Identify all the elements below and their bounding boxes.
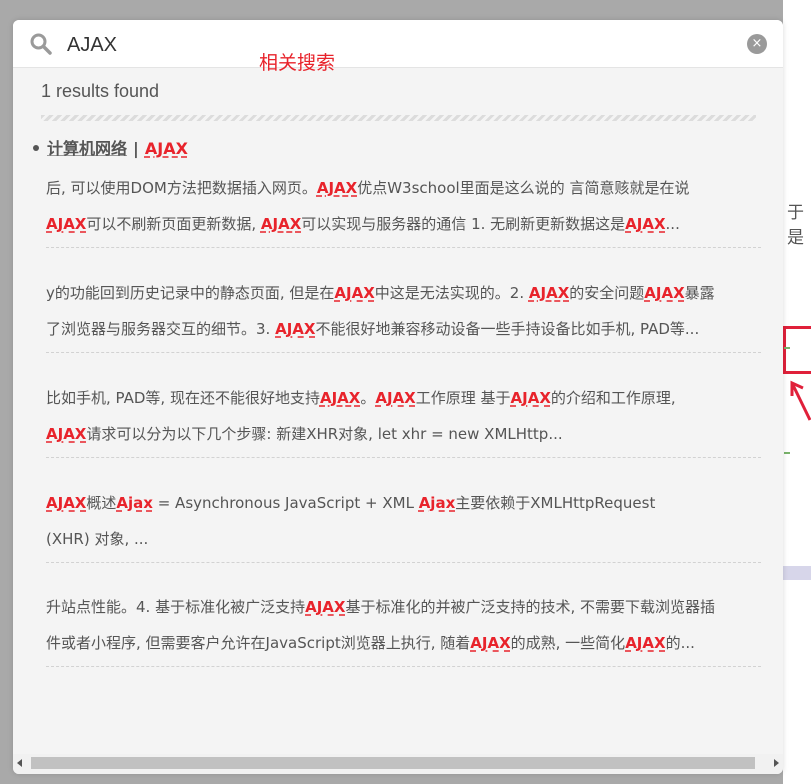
snippet-text: 中这是无法实现的。2. bbox=[374, 284, 529, 302]
snippet-line: 升站点性能。4. 基于标准化被广泛支持AJAX基于标准化的并被广泛支持的技术, … bbox=[46, 589, 758, 625]
result-category[interactable]: 计算机网络 bbox=[47, 139, 127, 158]
snippet-text: 暴露 bbox=[684, 284, 715, 302]
result-snippet[interactable]: y的功能回到历史记录中的静态页面, 但是在AJAX中这是无法实现的。2. AJA… bbox=[46, 275, 758, 347]
snippet-text: 比如手机, PAD等, 现在还不能很好地支持 bbox=[46, 389, 320, 407]
search-bar: × bbox=[13, 20, 783, 68]
snippet-text: 请求可以分为以下几个步骤: 新建XHR对象, let xhr = new XML… bbox=[86, 425, 563, 443]
background-annotation-box bbox=[783, 326, 811, 374]
snippet-text: 不能很好地兼容移动设备一些手持设备比如手机, PAD等... bbox=[315, 320, 700, 338]
snippet-line: 比如手机, PAD等, 现在还不能很好地支持AJAX。AJAX工作原理 基于AJ… bbox=[46, 380, 758, 416]
snippet-text: 可以实现与服务器的通信 1. 无刷新更新数据这是 bbox=[301, 215, 626, 233]
result-title[interactable]: 计算机网络 | AJAX bbox=[33, 135, 188, 159]
snippet-text: 。 bbox=[360, 389, 376, 407]
snippet-text: 了浏览器与服务器交互的细节。3. bbox=[46, 320, 276, 338]
bullet-icon bbox=[33, 144, 39, 151]
result-title-keyword[interactable]: AJAX bbox=[145, 139, 188, 158]
keyword-highlight: AJAX bbox=[625, 215, 666, 233]
keyword-highlight: AJAX bbox=[316, 179, 358, 197]
result-separator bbox=[46, 457, 761, 458]
keyword-highlight: AJAX bbox=[305, 598, 346, 616]
scrollbar-thumb[interactable] bbox=[31, 757, 755, 769]
keyword-highlight: AJAX bbox=[260, 215, 302, 233]
snippet-text: (XHR) 对象, ... bbox=[46, 530, 149, 548]
snippet-text: 工作原理 基于 bbox=[415, 389, 511, 407]
keyword-highlight: AJAX bbox=[470, 634, 511, 652]
snippet-text: 基于标准化的并被广泛支持的技术, 不需要下载浏览器插 bbox=[345, 598, 716, 616]
snippet-text: 概述 bbox=[86, 494, 117, 512]
scroll-left-icon[interactable] bbox=[17, 759, 22, 767]
keyword-highlight: AJAX bbox=[46, 215, 87, 233]
search-modal: × 相关搜索 1 results found 计算机网络 | AJAX 后, 可以使… bbox=[13, 20, 783, 774]
result-snippet[interactable]: 比如手机, PAD等, 现在还不能很好地支持AJAX。AJAX工作原理 基于AJ… bbox=[46, 380, 758, 452]
snippet-text: 的成熟, 一些简化 bbox=[510, 634, 626, 652]
snippet-text: y的功能回到历史记录中的静态页面, 但是在 bbox=[46, 284, 335, 302]
title-separator: | bbox=[133, 139, 139, 158]
results-divider bbox=[41, 115, 756, 121]
result-separator bbox=[46, 247, 761, 248]
results-count: 1 results found bbox=[41, 81, 160, 101]
background-bar bbox=[783, 566, 811, 580]
snippet-text: 的介绍和工作原理, bbox=[550, 389, 676, 407]
keyword-highlight: Ajax bbox=[418, 494, 456, 512]
search-icon bbox=[30, 33, 52, 55]
keyword-highlight: AJAX bbox=[46, 494, 87, 512]
annotation-label: 相关搜索 bbox=[259, 52, 336, 74]
clear-search-button[interactable]: × bbox=[747, 34, 767, 54]
keyword-highlight: AJAX bbox=[334, 284, 375, 302]
keyword-highlight: AJAX bbox=[375, 389, 416, 407]
keyword-highlight: AJAX bbox=[46, 425, 87, 443]
keyword-highlight: Ajax bbox=[116, 494, 153, 512]
result-separator bbox=[46, 562, 761, 563]
snippet-line: AJAX可以不刷新页面更新数据, AJAX可以实现与服务器的通信 1. 无刷新更… bbox=[46, 206, 758, 242]
background-arrow-icon bbox=[790, 380, 811, 421]
snippet-line: AJAX概述Ajax = Asynchronous JavaScript + X… bbox=[46, 485, 758, 521]
snippet-text: 件或者小程序, 但需要客户允许在JavaScript浏览器上执行, 随着 bbox=[46, 634, 471, 652]
keyword-highlight: AJAX bbox=[510, 389, 551, 407]
snippet-text: 可以不刷新页面更新数据, bbox=[86, 215, 261, 233]
snippet-line: 件或者小程序, 但需要客户允许在JavaScript浏览器上执行, 随着AJAX… bbox=[46, 625, 758, 661]
snippet-line: 后, 可以使用DOM方法把数据插入网页。AJAX优点W3school里面是这么说… bbox=[46, 170, 758, 206]
snippet-text: 后, 可以使用DOM方法把数据插入网页。 bbox=[46, 179, 317, 197]
snippet-line: y的功能回到历史记录中的静态页面, 但是在AJAX中这是无法实现的。2. AJA… bbox=[46, 275, 758, 311]
result-separator bbox=[46, 352, 761, 353]
scroll-right-icon[interactable] bbox=[774, 759, 779, 767]
result-snippet[interactable]: 升站点性能。4. 基于标准化被广泛支持AJAX基于标准化的并被广泛支持的技术, … bbox=[46, 589, 758, 661]
snippet-text: 的安全问题 bbox=[569, 284, 645, 302]
snippet-text: 升站点性能。4. 基于标准化被广泛支持 bbox=[46, 598, 306, 616]
keyword-highlight: AJAX bbox=[625, 634, 666, 652]
snippet-text: 的... bbox=[665, 634, 695, 652]
snippet-line: (XHR) 对象, ... bbox=[46, 521, 758, 557]
result-snippet[interactable]: 后, 可以使用DOM方法把数据插入网页。AJAX优点W3school里面是这么说… bbox=[46, 170, 758, 242]
snippet-text: 优点W3school里面是这么说的 言简意赅就是在说 bbox=[357, 179, 690, 197]
keyword-highlight: AJAX bbox=[644, 284, 685, 302]
background-mark bbox=[784, 347, 790, 349]
result-separator bbox=[46, 666, 761, 667]
background-text: 于是 bbox=[787, 203, 804, 248]
keyword-highlight: AJAX bbox=[275, 320, 316, 338]
background-mark bbox=[784, 452, 790, 454]
keyword-highlight: AJAX bbox=[319, 389, 361, 407]
search-input[interactable] bbox=[65, 29, 689, 61]
horizontal-scrollbar[interactable] bbox=[13, 754, 783, 774]
result-snippet[interactable]: AJAX概述Ajax = Asynchronous JavaScript + X… bbox=[46, 485, 758, 557]
snippet-line: AJAX请求可以分为以下几个步骤: 新建XHR对象, let xhr = new… bbox=[46, 416, 758, 452]
snippet-line: 了浏览器与服务器交互的细节。3. AJAX不能很好地兼容移动设备一些手持设备比如… bbox=[46, 311, 758, 347]
snippet-text: 主要依赖于XMLHttpRequest bbox=[455, 494, 656, 512]
snippet-text: ... bbox=[665, 215, 680, 233]
keyword-highlight: AJAX bbox=[528, 284, 570, 302]
snippet-text: = Asynchronous JavaScript + XML bbox=[152, 494, 419, 512]
